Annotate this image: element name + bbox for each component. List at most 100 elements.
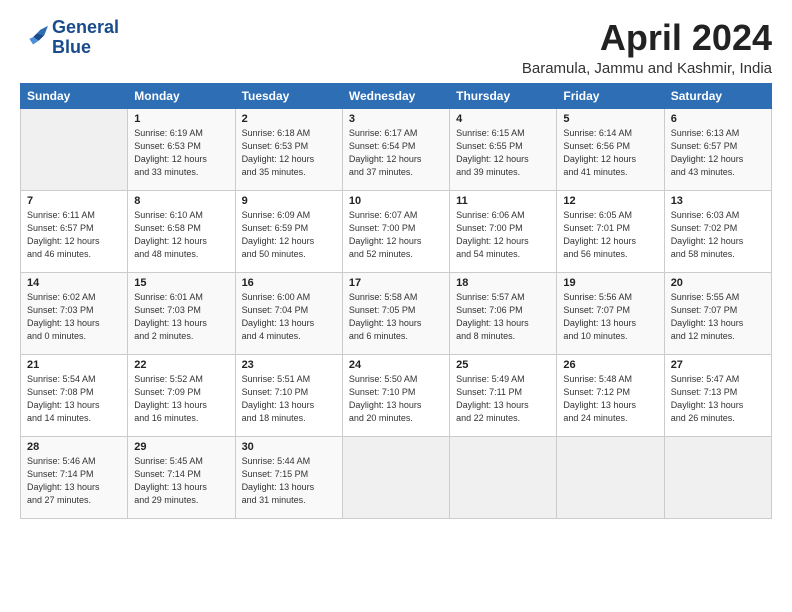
cell-week4-day5: 26 Sunrise: 5:48 AMSunset: 7:12 PMDayligh… [557,354,664,436]
month-title: April 2024 [522,18,772,58]
logo-line2: Blue [52,38,119,58]
day-number: 17 [349,277,443,289]
cell-week5-day1: 29 Sunrise: 5:45 AMSunset: 7:14 PMDayligh… [128,436,235,518]
cell-week2-day5: 12 Sunrise: 6:05 AMSunset: 7:01 PMDayligh… [557,190,664,272]
day-number: 4 [456,113,550,125]
logo: General Blue [20,18,119,58]
week-row-1: 1 Sunrise: 6:19 AMSunset: 6:53 PMDaylight… [21,108,772,190]
day-number: 22 [134,359,228,371]
day-number: 10 [349,195,443,207]
day-number: 16 [242,277,336,289]
day-info: Sunrise: 6:19 AMSunset: 6:53 PMDaylight:… [134,127,228,179]
day-info: Sunrise: 6:13 AMSunset: 6:57 PMDaylight:… [671,127,765,179]
day-number: 11 [456,195,550,207]
day-info: Sunrise: 5:54 AMSunset: 7:08 PMDaylight:… [27,373,121,425]
day-info: Sunrise: 5:56 AMSunset: 7:07 PMDaylight:… [563,291,657,343]
location-title: Baramula, Jammu and Kashmir, India [522,60,772,77]
day-info: Sunrise: 5:52 AMSunset: 7:09 PMDaylight:… [134,373,228,425]
day-number: 24 [349,359,443,371]
day-number: 5 [563,113,657,125]
cell-week5-day2: 30 Sunrise: 5:44 AMSunset: 7:15 PMDayligh… [235,436,342,518]
cell-week2-day1: 8Sunrise: 6:10 AMSunset: 6:58 PMDaylight… [128,190,235,272]
cell-week5-day6 [664,436,771,518]
cell-week3-day2: 16 Sunrise: 6:00 AMSunset: 7:04 PMDayligh… [235,272,342,354]
day-number: 14 [27,277,121,289]
day-info: Sunrise: 5:58 AMSunset: 7:05 PMDaylight:… [349,291,443,343]
cell-week3-day3: 17 Sunrise: 5:58 AMSunset: 7:05 PMDayligh… [342,272,449,354]
day-info: Sunrise: 5:46 AMSunset: 7:14 PMDaylight:… [27,455,121,507]
cell-week2-day6: 13Sunrise: 6:03 AMSunset: 7:02 PMDayligh… [664,190,771,272]
header-thursday: Thursday [450,83,557,108]
day-info: Sunrise: 5:44 AMSunset: 7:15 PMDaylight:… [242,455,336,507]
cell-week1-day4: 4 Sunrise: 6:15 AMSunset: 6:55 PMDaylight… [450,108,557,190]
day-number: 1 [134,113,228,125]
cell-week5-day5 [557,436,664,518]
calendar-header: SundayMondayTuesdayWednesdayThursdayFrid… [21,83,772,108]
day-number: 30 [242,441,336,453]
cell-week1-day3: 3 Sunrise: 6:17 AMSunset: 6:54 PMDaylight… [342,108,449,190]
header-wednesday: Wednesday [342,83,449,108]
header-tuesday: Tuesday [235,83,342,108]
day-number: 12 [563,195,657,207]
day-info: Sunrise: 5:51 AMSunset: 7:10 PMDaylight:… [242,373,336,425]
day-number: 29 [134,441,228,453]
day-info: Sunrise: 5:55 AMSunset: 7:07 PMDaylight:… [671,291,765,343]
header-friday: Friday [557,83,664,108]
cell-week1-day5: 5 Sunrise: 6:14 AMSunset: 6:56 PMDaylight… [557,108,664,190]
day-info: Sunrise: 6:01 AMSunset: 7:03 PMDaylight:… [134,291,228,343]
day-number: 28 [27,441,121,453]
cell-week2-day0: 7Sunrise: 6:11 AMSunset: 6:57 PMDaylight… [21,190,128,272]
cell-week3-day0: 14 Sunrise: 6:02 AMSunset: 7:03 PMDayligh… [21,272,128,354]
week-row-3: 14 Sunrise: 6:02 AMSunset: 7:03 PMDayligh… [21,272,772,354]
day-number: 25 [456,359,550,371]
day-info: Sunrise: 6:03 AMSunset: 7:02 PMDaylight:… [671,209,765,261]
cell-week2-day4: 11Sunrise: 6:06 AMSunset: 7:00 PMDayligh… [450,190,557,272]
cell-week1-day6: 6Sunrise: 6:13 AMSunset: 6:57 PMDaylight… [664,108,771,190]
cell-week1-day1: 1 Sunrise: 6:19 AMSunset: 6:53 PMDaylight… [128,108,235,190]
day-info: Sunrise: 5:50 AMSunset: 7:10 PMDaylight:… [349,373,443,425]
calendar-body: 1 Sunrise: 6:19 AMSunset: 6:53 PMDaylight… [21,108,772,518]
header-row: SundayMondayTuesdayWednesdayThursdayFrid… [21,83,772,108]
cell-week3-day5: 19Sunrise: 5:56 AMSunset: 7:07 PMDayligh… [557,272,664,354]
day-number: 26 [563,359,657,371]
day-number: 23 [242,359,336,371]
cell-week3-day1: 15 Sunrise: 6:01 AMSunset: 7:03 PMDayligh… [128,272,235,354]
cell-week3-day4: 18 Sunrise: 5:57 AMSunset: 7:06 PMDayligh… [450,272,557,354]
day-info: Sunrise: 6:11 AMSunset: 6:57 PMDaylight:… [27,209,121,261]
cell-week1-day0 [21,108,128,190]
week-row-2: 7Sunrise: 6:11 AMSunset: 6:57 PMDaylight… [21,190,772,272]
day-info: Sunrise: 6:05 AMSunset: 7:01 PMDaylight:… [563,209,657,261]
day-number: 3 [349,113,443,125]
day-number: 27 [671,359,765,371]
day-info: Sunrise: 6:02 AMSunset: 7:03 PMDaylight:… [27,291,121,343]
day-info: Sunrise: 6:14 AMSunset: 6:56 PMDaylight:… [563,127,657,179]
header-saturday: Saturday [664,83,771,108]
day-number: 21 [27,359,121,371]
logo-bird-icon [20,24,48,52]
day-info: Sunrise: 5:48 AMSunset: 7:12 PMDaylight:… [563,373,657,425]
day-info: Sunrise: 6:00 AMSunset: 7:04 PMDaylight:… [242,291,336,343]
day-number: 15 [134,277,228,289]
day-info: Sunrise: 6:15 AMSunset: 6:55 PMDaylight:… [456,127,550,179]
day-info: Sunrise: 5:45 AMSunset: 7:14 PMDaylight:… [134,455,228,507]
day-info: Sunrise: 6:18 AMSunset: 6:53 PMDaylight:… [242,127,336,179]
day-info: Sunrise: 5:47 AMSunset: 7:13 PMDaylight:… [671,373,765,425]
cell-week1-day2: 2 Sunrise: 6:18 AMSunset: 6:53 PMDaylight… [235,108,342,190]
day-info: Sunrise: 6:17 AMSunset: 6:54 PMDaylight:… [349,127,443,179]
cell-week4-day2: 23 Sunrise: 5:51 AMSunset: 7:10 PMDayligh… [235,354,342,436]
day-info: Sunrise: 6:09 AMSunset: 6:59 PMDaylight:… [242,209,336,261]
day-number: 2 [242,113,336,125]
cell-week4-day6: 27 Sunrise: 5:47 AMSunset: 7:13 PMDayligh… [664,354,771,436]
day-number: 8 [134,195,228,207]
header: General Blue April 2024 Baramula, Jammu … [20,18,772,77]
calendar-table: SundayMondayTuesdayWednesdayThursdayFrid… [20,83,772,519]
day-number: 18 [456,277,550,289]
day-number: 20 [671,277,765,289]
logo-line1: General [52,18,119,38]
day-number: 9 [242,195,336,207]
cell-week4-day0: 21 Sunrise: 5:54 AMSunset: 7:08 PMDayligh… [21,354,128,436]
header-monday: Monday [128,83,235,108]
cell-week3-day6: 20 Sunrise: 5:55 AMSunset: 7:07 PMDayligh… [664,272,771,354]
day-info: Sunrise: 5:57 AMSunset: 7:06 PMDaylight:… [456,291,550,343]
week-row-4: 21 Sunrise: 5:54 AMSunset: 7:08 PMDayligh… [21,354,772,436]
